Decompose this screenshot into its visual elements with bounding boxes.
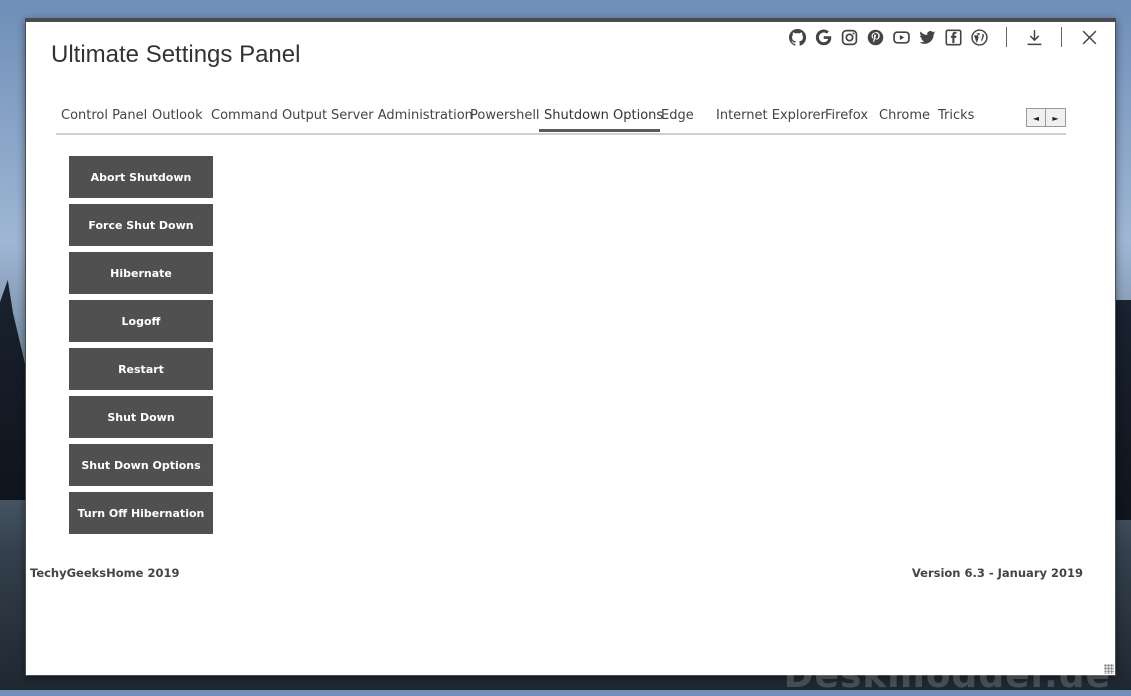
- tab-tricks[interactable]: Tricks: [933, 106, 979, 132]
- tab-chrome[interactable]: Chrome: [874, 106, 935, 132]
- shut-down-button[interactable]: Shut Down: [69, 396, 213, 438]
- tab-edge[interactable]: Edge: [656, 106, 699, 132]
- app-window: Ultimate Settings Panel Control Panel Ou…: [25, 18, 1116, 676]
- tab-scroll-right-button[interactable]: ►: [1046, 108, 1066, 127]
- footer-copyright: TechyGeeksHome 2019: [30, 566, 180, 580]
- force-shut-down-button[interactable]: Force Shut Down: [69, 204, 213, 246]
- logoff-button[interactable]: Logoff: [69, 300, 213, 342]
- tab-control-panel[interactable]: Control Panel: [56, 106, 152, 132]
- window-title: Ultimate Settings Panel: [51, 41, 301, 68]
- turn-off-hibernation-button[interactable]: Turn Off Hibernation: [69, 492, 213, 534]
- twitter-icon[interactable]: [918, 28, 936, 46]
- abort-shutdown-button[interactable]: Abort Shutdown: [69, 156, 213, 198]
- youtube-icon[interactable]: [892, 28, 910, 46]
- wordpress-icon[interactable]: [970, 28, 988, 46]
- github-icon[interactable]: [788, 28, 806, 46]
- tab-powershell[interactable]: Powershell: [465, 106, 545, 132]
- tab-scroll-left-button[interactable]: ◄: [1026, 108, 1046, 127]
- toolbar-separator: [1061, 27, 1062, 47]
- restart-button[interactable]: Restart: [69, 348, 213, 390]
- tab-shutdown-options[interactable]: Shutdown Options: [539, 106, 663, 132]
- instagram-icon[interactable]: [840, 28, 858, 46]
- tab-internet-explorer[interactable]: Internet Explorer: [711, 106, 831, 132]
- top-toolbar: [788, 27, 1098, 47]
- facebook-icon[interactable]: [944, 28, 962, 46]
- tab-bar: Control Panel Outlook Command Output Ser…: [56, 106, 1066, 135]
- wallpaper-tree-left: [0, 280, 26, 500]
- tab-scroll-controls: ◄ ►: [1026, 108, 1066, 127]
- tab-firefox[interactable]: Firefox: [820, 106, 873, 132]
- shutdown-button-list: Abort Shutdown Force Shut Down Hibernate…: [69, 156, 213, 540]
- wallpaper-tree-right: [1115, 300, 1131, 520]
- google-icon[interactable]: [814, 28, 832, 46]
- hibernate-button[interactable]: Hibernate: [69, 252, 213, 294]
- toolbar-separator: [1006, 27, 1007, 47]
- pinterest-icon[interactable]: [866, 28, 884, 46]
- tab-server-administration[interactable]: Server Administration: [326, 106, 478, 132]
- tab-command-output[interactable]: Command Output: [206, 106, 332, 132]
- close-icon[interactable]: [1080, 28, 1098, 46]
- download-icon[interactable]: [1025, 28, 1043, 46]
- tab-outlook[interactable]: Outlook: [147, 106, 208, 132]
- footer-version: Version 6.3 - January 2019: [911, 566, 1083, 580]
- shut-down-options-button[interactable]: Shut Down Options: [69, 444, 213, 486]
